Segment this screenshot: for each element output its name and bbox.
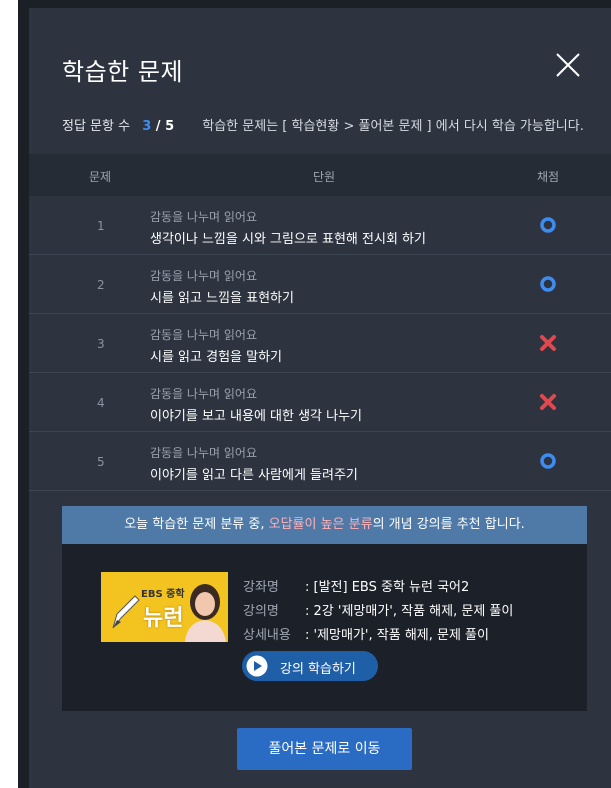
summary-note: 학습한 문제는 [ 학습현황 > 풀어본 문제 ] 에서 다시 학습 가능합니다… bbox=[202, 119, 584, 134]
recommend-banner: 오늘 학습한 문제 분류 중, 오답률이 높은 분류의 개념 강의를 추천 합니… bbox=[62, 506, 587, 544]
header-grade: 채점 bbox=[537, 170, 560, 184]
pencil-icon bbox=[112, 595, 140, 629]
header-no: 문제 bbox=[89, 170, 112, 184]
row-topic: 시를 읽고 경험을 말하기 bbox=[150, 350, 282, 365]
circle-o-icon bbox=[540, 453, 556, 469]
result-table: 1 감동을 나누며 읽어요 생각이나 느낌을 시와 그림으로 표현해 전시회 하… bbox=[29, 196, 611, 491]
lecture-label: 강의명 bbox=[243, 604, 279, 619]
play-icon bbox=[246, 655, 268, 677]
row-number: 3 bbox=[97, 337, 105, 351]
lecture-info: 강좌명 : [발전] EBS 중학 뉴런 국어2 강의명 : 2강 '제망매가', … bbox=[243, 576, 513, 648]
row-number: 4 bbox=[97, 396, 105, 410]
row-number: 1 bbox=[97, 219, 105, 233]
total-count: 5 bbox=[165, 119, 175, 134]
score-separator: / bbox=[151, 119, 166, 134]
score-summary: 정답 문항 수 3 / 5 학습한 문제는 [ 학습현황 > 풀어본 문제 ] … bbox=[62, 115, 584, 134]
row-unit: 감동을 나누며 읽어요 bbox=[150, 210, 257, 224]
course-line: 강좌명 : [발전] EBS 중학 뉴런 국어2 bbox=[243, 576, 513, 600]
table-row[interactable]: 1 감동을 나누며 읽어요 생각이나 느낌을 시와 그림으로 표현해 전시회 하… bbox=[29, 196, 611, 255]
lecture-thumbnail[interactable]: EBS 중학 뉴런 bbox=[101, 572, 228, 642]
course-label: 강좌명 bbox=[243, 580, 279, 595]
detail-value: : '제망매가', 작품 해제, 문제 풀이 bbox=[305, 628, 489, 643]
banner-text-post: 의 개념 강의를 추천 합니다. bbox=[372, 517, 525, 532]
row-unit: 감동을 나누며 읽어요 bbox=[150, 328, 257, 342]
x-mark-icon bbox=[540, 335, 556, 351]
table-row[interactable]: 2 감동을 나누며 읽어요 시를 읽고 느낌을 표현하기 bbox=[29, 255, 611, 314]
lecture-value: : 2강 '제망매가', 작품 해제, 문제 풀이 bbox=[305, 604, 514, 619]
row-topic: 시를 읽고 느낌을 표현하기 bbox=[150, 291, 294, 306]
row-topic: 이야기를 보고 내용에 대한 생각 나누기 bbox=[150, 409, 363, 424]
close-icon[interactable] bbox=[554, 51, 582, 79]
row-unit: 감동을 나누며 읽어요 bbox=[150, 269, 257, 283]
table-row[interactable]: 3 감동을 나누며 읽어요 시를 읽고 경험을 말하기 bbox=[29, 314, 611, 373]
thumb-logo: 뉴런 bbox=[143, 606, 184, 631]
circle-o-icon bbox=[540, 217, 556, 233]
banner-highlight: 오답률이 높은 분류 bbox=[268, 517, 373, 532]
row-number: 5 bbox=[97, 455, 105, 469]
summary-label: 정답 문항 수 bbox=[62, 119, 131, 134]
correct-count: 3 bbox=[142, 119, 152, 134]
course-value: : [발전] EBS 중학 뉴런 국어2 bbox=[305, 580, 470, 595]
start-lecture-button[interactable]: 강의 학습하기 bbox=[242, 651, 378, 681]
row-unit: 감동을 나누며 읽어요 bbox=[150, 387, 257, 401]
start-lecture-label: 강의 학습하기 bbox=[280, 662, 356, 677]
row-topic: 생각이나 느낌을 시와 그림으로 표현해 전시회 하기 bbox=[150, 232, 426, 247]
lecture-line: 강의명 : 2강 '제망매가', 작품 해제, 문제 풀이 bbox=[243, 600, 513, 624]
table-row[interactable]: 4 감동을 나누며 읽어요 이야기를 보고 내용에 대한 생각 나누기 bbox=[29, 373, 611, 432]
row-unit: 감동을 나누며 읽어요 bbox=[150, 446, 257, 460]
modal-title: 학습한 문제 bbox=[62, 58, 184, 86]
circle-o-icon bbox=[540, 276, 556, 292]
thumb-brand: EBS 중학 bbox=[141, 589, 185, 600]
header-unit: 단원 bbox=[313, 170, 336, 184]
detail-label: 상세내용 bbox=[243, 628, 291, 643]
instructor-avatar bbox=[185, 584, 226, 642]
study-result-modal: 학습한 문제 정답 문항 수 3 / 5 학습한 문제는 [ 학습현황 > 풀어… bbox=[29, 8, 611, 788]
go-to-solved-button[interactable]: 풀어본 문제로 이동 bbox=[237, 728, 412, 770]
x-mark-icon bbox=[540, 394, 556, 410]
score-value: 3 / 5 bbox=[142, 119, 174, 134]
row-topic: 이야기를 읽고 다른 사람에게 들려주기 bbox=[150, 468, 358, 483]
table-header: 문제 단원 채점 bbox=[29, 154, 611, 196]
table-row[interactable]: 5 감동을 나누며 읽어요 이야기를 읽고 다른 사람에게 들려주기 bbox=[29, 432, 611, 491]
recommend-panel: 오늘 학습한 문제 분류 중, 오답률이 높은 분류의 개념 강의를 추천 합니… bbox=[62, 506, 587, 711]
row-number: 2 bbox=[97, 278, 105, 292]
detail-line: 상세내용 : '제망매가', 작품 해제, 문제 풀이 bbox=[243, 624, 513, 648]
banner-text-pre: 오늘 학습한 문제 분류 중, bbox=[124, 517, 269, 532]
